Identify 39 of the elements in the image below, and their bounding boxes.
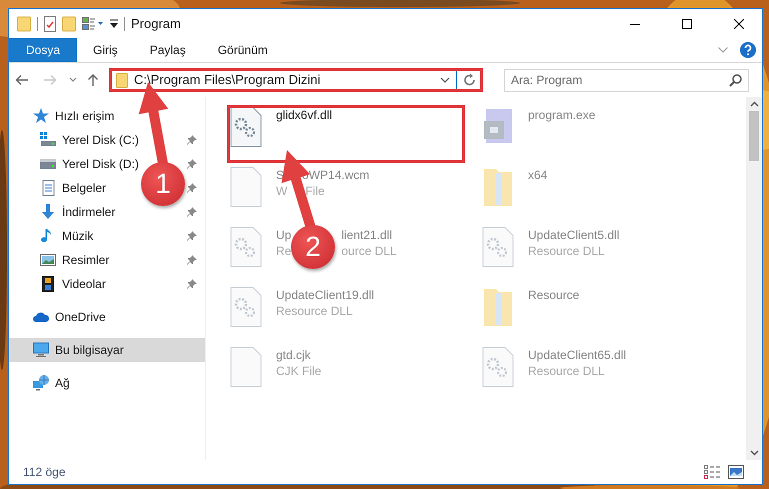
search-field[interactable]: Ara: Program xyxy=(504,68,749,92)
file-name[interactable]: UpdateClient5.dll xyxy=(528,227,620,243)
nav-item[interactable]: Hızlı erişim xyxy=(55,107,114,125)
file-type: Resource DLL xyxy=(276,303,353,319)
file-type: Resource DLL xyxy=(528,363,605,379)
file-name[interactable]: Resource xyxy=(528,287,580,303)
nav-item[interactable]: Bu bilgisayar xyxy=(55,341,124,359)
nav-item[interactable]: Belgeler xyxy=(62,179,106,197)
ribbon-tab[interactable]: Giriş xyxy=(77,38,134,62)
ribbon-tab[interactable]: Paylaş xyxy=(134,38,202,62)
file-type: CJK File xyxy=(276,363,322,379)
ribbon-tab[interactable]: Dosya xyxy=(9,38,78,62)
file-name[interactable]: oWP14.wcm xyxy=(302,167,370,183)
nav-item[interactable]: Yerel Disk (C:) xyxy=(62,131,139,149)
file-type: Re xyxy=(276,243,292,259)
file-name[interactable]: program.exe xyxy=(528,107,596,123)
file-name[interactable]: UpdateClient19.dll xyxy=(276,287,374,303)
nav-item[interactable]: Ağ xyxy=(55,374,70,392)
file-name[interactable]: gtd.cjk xyxy=(276,347,311,363)
window-title: Program xyxy=(131,14,181,33)
file-name[interactable]: Up xyxy=(276,227,292,243)
file-name[interactable]: glidx6vf.dll xyxy=(276,107,332,123)
nav-item[interactable]: İndirmeler xyxy=(62,203,116,221)
address-bar[interactable]: C:\Program Files\Program Dizini xyxy=(109,68,483,92)
file-name[interactable]: x64 xyxy=(528,167,548,183)
address-path: C:\Program Files\Program Dizini xyxy=(134,71,322,90)
item-count: 112 öge xyxy=(23,464,66,481)
nav-item[interactable]: Yerel Disk (D:) xyxy=(62,155,139,173)
nav-item[interactable]: OneDrive xyxy=(55,308,106,326)
nav-item[interactable]: Videolar xyxy=(62,275,106,293)
nav-item[interactable]: Resimler xyxy=(62,251,110,269)
ribbon-tab[interactable]: Görünüm xyxy=(202,38,284,62)
file-name[interactable]: UpdateClient65.dll xyxy=(528,347,626,363)
file-type: Resource DLL xyxy=(528,243,605,259)
nav-item[interactable]: Müzik xyxy=(62,227,94,245)
file-type: ource DLL xyxy=(341,243,397,259)
file-type: File xyxy=(305,183,325,199)
file-type: W xyxy=(276,183,288,199)
file-name[interactable]: lient21.dll xyxy=(341,227,392,243)
